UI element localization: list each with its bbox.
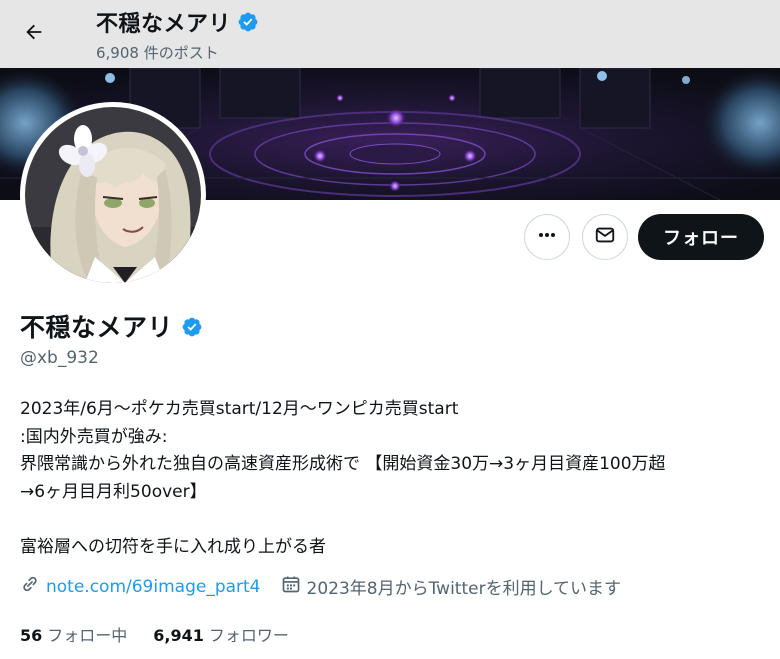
follow-button[interactable]: フォロー (638, 214, 764, 260)
bio-line: 富裕層への切符を手に入れ成り上がる者 (20, 536, 326, 557)
following-count: 56 (20, 626, 43, 645)
join-date: 2023年8月からTwitterを利用しています (281, 574, 622, 599)
link-icon (20, 574, 40, 599)
post-count: 6,908 件のポスト (96, 44, 219, 62)
bio-line: 界隈常識から外れた独自の高速資産形成術で 【開始資金30万→3ヶ月目資産100万… (20, 454, 666, 474)
join-date-text: 2023年8月からTwitterを利用しています (306, 579, 622, 599)
follow-stats: 56 フォロー中 6,941 フォロワー (20, 622, 289, 646)
calendar-icon (281, 574, 301, 599)
message-button[interactable] (582, 214, 628, 260)
more-button[interactable] (524, 214, 570, 260)
profile-name-row: 不穏なメアリ (20, 308, 203, 344)
profile-link[interactable]: note.com/69image_part4 (20, 574, 261, 599)
bio-line: →6ヶ月目月利50over】 (20, 481, 207, 502)
user-handle: @xb_932 (20, 348, 99, 368)
bio-blank-line (20, 506, 765, 534)
verified-badge-icon[interactable] (181, 315, 203, 337)
followers-link[interactable]: 6,941 フォロワー (153, 622, 289, 646)
more-dots-icon (537, 225, 557, 249)
profile-header: 不穏なメアリ 6,908 件のポスト (0, 0, 780, 68)
followers-label: フォロワー (208, 626, 289, 645)
profile-page: 不穏なメアリ 6,908 件のポスト フォロー 不穏なメアリ @xb_932 2… (0, 0, 780, 659)
bio-line: :国内外売買が強み: (20, 426, 168, 447)
following-label: フォロー中 (47, 626, 128, 645)
envelope-icon (594, 224, 616, 250)
profile-bio: 2023年/6月～ポケカ売買start/12月～ワンピカ売買start :国内外… (20, 396, 765, 561)
avatar-image (25, 107, 201, 283)
verified-badge-icon[interactable] (237, 11, 259, 33)
profile-link-text[interactable]: note.com/69image_part4 (46, 577, 261, 597)
following-link[interactable]: 56 フォロー中 (20, 622, 127, 646)
header-title: 不穏なメアリ (96, 12, 232, 37)
followers-count: 6,941 (153, 626, 204, 645)
back-button[interactable] (16, 16, 52, 52)
header-title-row: 不穏なメアリ (96, 6, 259, 38)
display-name: 不穏なメアリ (20, 313, 174, 342)
arrow-left-icon (23, 21, 45, 47)
bio-line: 2023年/6月～ポケカ売買start/12月～ワンピカ売買start (20, 399, 459, 419)
avatar[interactable] (20, 102, 206, 288)
profile-meta: note.com/69image_part4 2023年8月からTwitterを… (20, 574, 621, 599)
